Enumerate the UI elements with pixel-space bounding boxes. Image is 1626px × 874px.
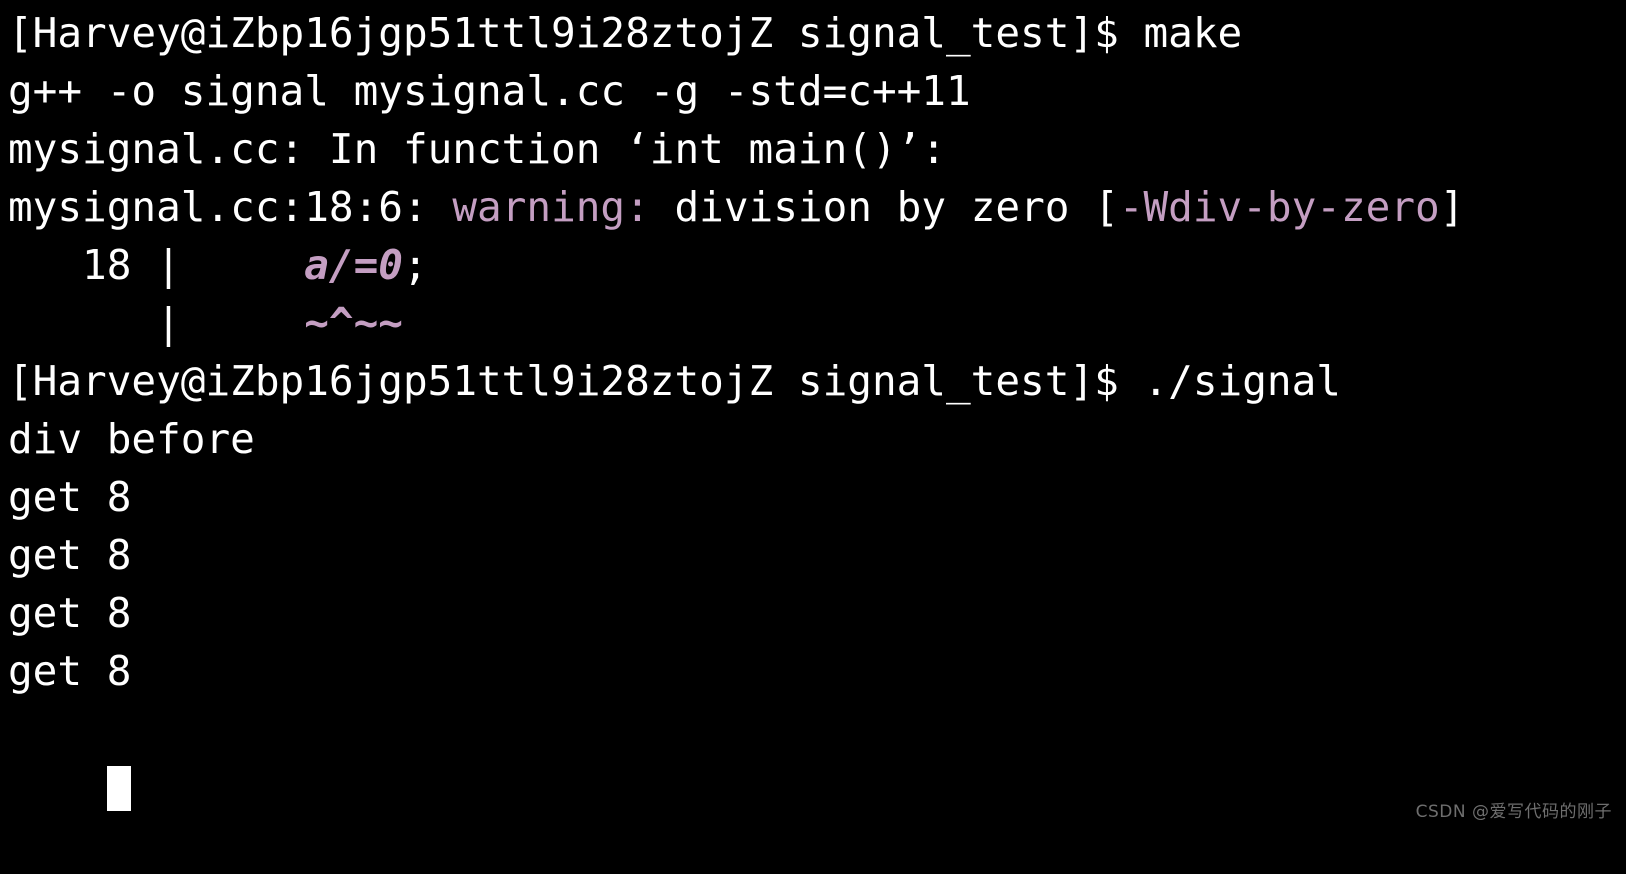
line-4-warning-seg-1: warning:: [452, 183, 650, 231]
line-5-source-18-seg-2: ;: [402, 241, 428, 289]
line-11-get-8-c-seg-0: get 8: [8, 589, 132, 637]
line-7-prompt-run-seg-0: [Harvey@iZbp16jgp51ttl9i28ztojZ signal_t…: [8, 357, 1341, 405]
line-3-in-function-seg-0: mysignal.cc: In function ‘int main()’:: [8, 125, 946, 173]
line-9-get-8-a-seg-0: get 8: [8, 473, 132, 521]
line-6-squiggle-seg-0: |: [8, 299, 305, 347]
line-5-source-18: 18 | a/=0;: [8, 236, 1626, 294]
line-4-warning-seg-4: ]: [1439, 183, 1465, 231]
line-5-source-18-seg-1: a/=0: [304, 241, 403, 289]
line-3-in-function: mysignal.cc: In function ‘int main()’:: [8, 120, 1626, 178]
csdn-watermark: CSDN @爱写代码的刚子: [1415, 802, 1612, 822]
line-6-squiggle: | ~^~~: [8, 294, 1626, 352]
text-cursor: [106, 766, 131, 811]
line-9-get-8-a: get 8: [8, 468, 1626, 526]
line-4-warning-seg-3: -Wdiv-by-zero: [1118, 183, 1440, 231]
line-10-get-8-b-seg-0: get 8: [8, 531, 132, 579]
line-4-warning-seg-0: mysignal.cc:18:6:: [8, 183, 453, 231]
line-10-get-8-b: get 8: [8, 526, 1626, 584]
line-4-warning: mysignal.cc:18:6: warning: division by z…: [8, 178, 1626, 236]
line-12-get-8-d: get 8: [8, 642, 1626, 700]
line-12-get-8-d-seg-0: get 8: [8, 647, 132, 695]
line-7-prompt-run: [Harvey@iZbp16jgp51ttl9i28ztojZ signal_t…: [8, 352, 1626, 410]
line-4-warning-seg-2: division by zero [: [649, 183, 1119, 231]
line-2-compile-cmd-seg-0: g++ -o signal mysignal.cc -g -std=c++11: [8, 67, 971, 115]
line-5-source-18-seg-0: 18 |: [8, 241, 305, 289]
line-2-compile-cmd: g++ -o signal mysignal.cc -g -std=c++11: [8, 62, 1626, 120]
line-1-prompt-make: [Harvey@iZbp16jgp51ttl9i28ztojZ signal_t…: [8, 4, 1626, 62]
line-8-div-before: div before: [8, 410, 1626, 468]
terminal-window[interactable]: [Harvey@iZbp16jgp51ttl9i28ztojZ signal_t…: [0, 0, 1626, 834]
terminal-output: [Harvey@iZbp16jgp51ttl9i28ztojZ signal_t…: [8, 4, 1626, 700]
line-1-prompt-make-seg-0: [Harvey@iZbp16jgp51ttl9i28ztojZ signal_t…: [8, 9, 1243, 57]
terminal-cursor-line: [8, 700, 1626, 811]
line-8-div-before-seg-0: div before: [8, 415, 255, 463]
line-11-get-8-c: get 8: [8, 584, 1626, 642]
line-6-squiggle-seg-1: ~^~~: [304, 299, 403, 347]
